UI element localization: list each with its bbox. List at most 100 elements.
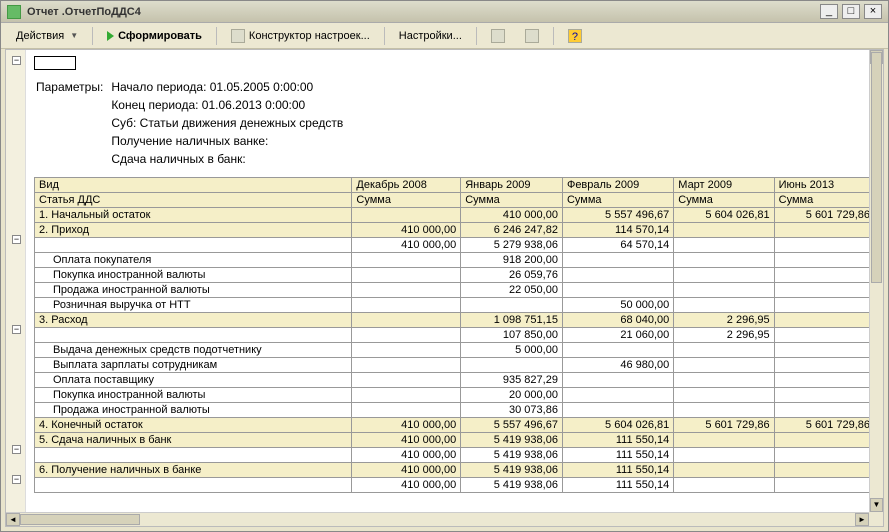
close-button[interactable]: × xyxy=(864,4,882,19)
grid-cell: 410 000,00 xyxy=(352,433,461,448)
grid-row-label xyxy=(35,448,352,463)
grid-cell xyxy=(774,253,874,268)
grid-row-label: 4. Конечный остаток xyxy=(35,418,352,433)
grid-cell: 5 419 938,06 xyxy=(461,478,563,493)
grid-cell xyxy=(562,268,673,283)
grid-cell xyxy=(674,373,774,388)
scroll-right-arrow[interactable]: ► xyxy=(855,513,869,526)
param-row: Получение наличных ванке: xyxy=(111,133,349,149)
grid-row-label: Продажа иностранной валюты xyxy=(35,403,352,418)
tool-icon xyxy=(525,29,539,43)
grid-cell: 5 000,00 xyxy=(461,343,563,358)
separator xyxy=(92,27,93,45)
grid-header-sum: Сумма xyxy=(562,193,673,208)
grid-header-period: Январь 2009 xyxy=(461,178,563,193)
grid-cell xyxy=(674,478,774,493)
tool-button-2[interactable] xyxy=(516,26,548,46)
vertical-scrollbar[interactable]: ▲ ▼ xyxy=(869,50,883,512)
report-scroll[interactable]: − −−−− Параметры:Начало периода: 01.05.2… xyxy=(6,50,883,526)
grid-row-label: 3. Расход xyxy=(35,313,352,328)
settings-button[interactable]: Настройки... xyxy=(390,26,471,46)
separator xyxy=(476,27,477,45)
grid-cell xyxy=(674,298,774,313)
tree-toggle[interactable]: − xyxy=(12,445,21,454)
grid-cell xyxy=(352,253,461,268)
grid-cell xyxy=(774,433,874,448)
grid-cell: 410 000,00 xyxy=(352,448,461,463)
grid-cell xyxy=(774,238,874,253)
grid-cell xyxy=(774,313,874,328)
grid-cell xyxy=(674,358,774,373)
grid-cell: 2 296,95 xyxy=(674,328,774,343)
grid-cell xyxy=(352,343,461,358)
scroll-corner xyxy=(869,512,883,526)
grid-cell: 410 000,00 xyxy=(352,478,461,493)
grid-cell: 5 557 496,67 xyxy=(562,208,673,223)
grid-row-label xyxy=(35,328,352,343)
grid-row-label: Покупка иностранной валюты xyxy=(35,268,352,283)
actions-menu[interactable]: Действия ▼ xyxy=(7,26,87,46)
separator xyxy=(553,27,554,45)
grid-cell xyxy=(774,283,874,298)
settings-designer-button[interactable]: Конструктор настроек... xyxy=(222,26,379,46)
grid-cell: 5 557 496,67 xyxy=(461,418,563,433)
grid-cell: 1 098 751,15 xyxy=(461,313,563,328)
grid-cell: 107 850,00 xyxy=(461,328,563,343)
scroll-down-arrow[interactable]: ▼ xyxy=(870,498,883,512)
tool-icon xyxy=(491,29,505,43)
maximize-button[interactable]: □ xyxy=(842,4,860,19)
scroll-thumb[interactable] xyxy=(20,514,140,525)
tool-button-1[interactable] xyxy=(482,26,514,46)
grid-cell xyxy=(674,268,774,283)
grid-cell: 21 060,00 xyxy=(562,328,673,343)
scroll-thumb[interactable] xyxy=(871,52,882,283)
help-icon: ? xyxy=(568,29,582,43)
grid-cell xyxy=(562,388,673,403)
tree-toggle[interactable]: − xyxy=(12,235,21,244)
grid-cell xyxy=(562,373,673,388)
grid-cell xyxy=(674,388,774,403)
grid-row-label: 6. Получение наличных в банке xyxy=(35,463,352,478)
grid-header-period: Март 2009 xyxy=(674,178,774,193)
grid-row-label: Оплата поставщику xyxy=(35,373,352,388)
grid-cell: 46 980,00 xyxy=(562,358,673,373)
grid-cell: 5 604 026,81 xyxy=(562,418,673,433)
grid-header-dds: Статья ДДС xyxy=(35,193,352,208)
window-title: Отчет .ОтчетПоДДС4 xyxy=(27,6,820,18)
play-icon xyxy=(107,31,114,41)
scroll-left-arrow[interactable]: ◄ xyxy=(6,513,20,526)
grid-cell xyxy=(774,268,874,283)
minimize-button[interactable]: _ xyxy=(820,4,838,19)
grid-cell xyxy=(674,253,774,268)
grid-cell: 5 419 938,06 xyxy=(461,463,563,478)
run-report-button[interactable]: Сформировать xyxy=(98,26,211,46)
grid-cell: 111 550,14 xyxy=(562,478,673,493)
tree-gutter: − − − − − xyxy=(6,50,26,526)
grid-cell xyxy=(562,403,673,418)
grid-cell: 50 000,00 xyxy=(562,298,673,313)
grid-cell xyxy=(774,403,874,418)
grid-cell: 410 000,00 xyxy=(352,463,461,478)
tree-toggle[interactable]: − xyxy=(12,56,21,65)
grid-cell xyxy=(352,208,461,223)
designer-icon xyxy=(231,29,245,43)
grid-cell: 30 073,86 xyxy=(461,403,563,418)
grid-cell xyxy=(461,298,563,313)
grid-cell: 114 570,14 xyxy=(562,223,673,238)
grid-cell: 111 550,14 xyxy=(562,448,673,463)
tree-toggle[interactable]: − xyxy=(12,475,21,484)
actions-label: Действия xyxy=(16,30,64,42)
grid-cell: 111 550,14 xyxy=(562,463,673,478)
horizontal-scrollbar[interactable]: ◄ ► xyxy=(6,512,869,526)
chevron-down-icon: ▼ xyxy=(70,31,78,40)
grid-cell xyxy=(562,283,673,298)
tree-toggle[interactable]: − xyxy=(12,325,21,334)
grid-cell xyxy=(674,403,774,418)
separator xyxy=(216,27,217,45)
grid-header-sum: Сумма xyxy=(774,193,874,208)
help-button[interactable]: ? xyxy=(559,26,591,46)
grid-row-label: 5. Сдача наличных в банк xyxy=(35,433,352,448)
grid-cell: 22 050,00 xyxy=(461,283,563,298)
grid-cell: 5 419 938,06 xyxy=(461,433,563,448)
grid-cell: 5 601 729,86 xyxy=(774,418,874,433)
